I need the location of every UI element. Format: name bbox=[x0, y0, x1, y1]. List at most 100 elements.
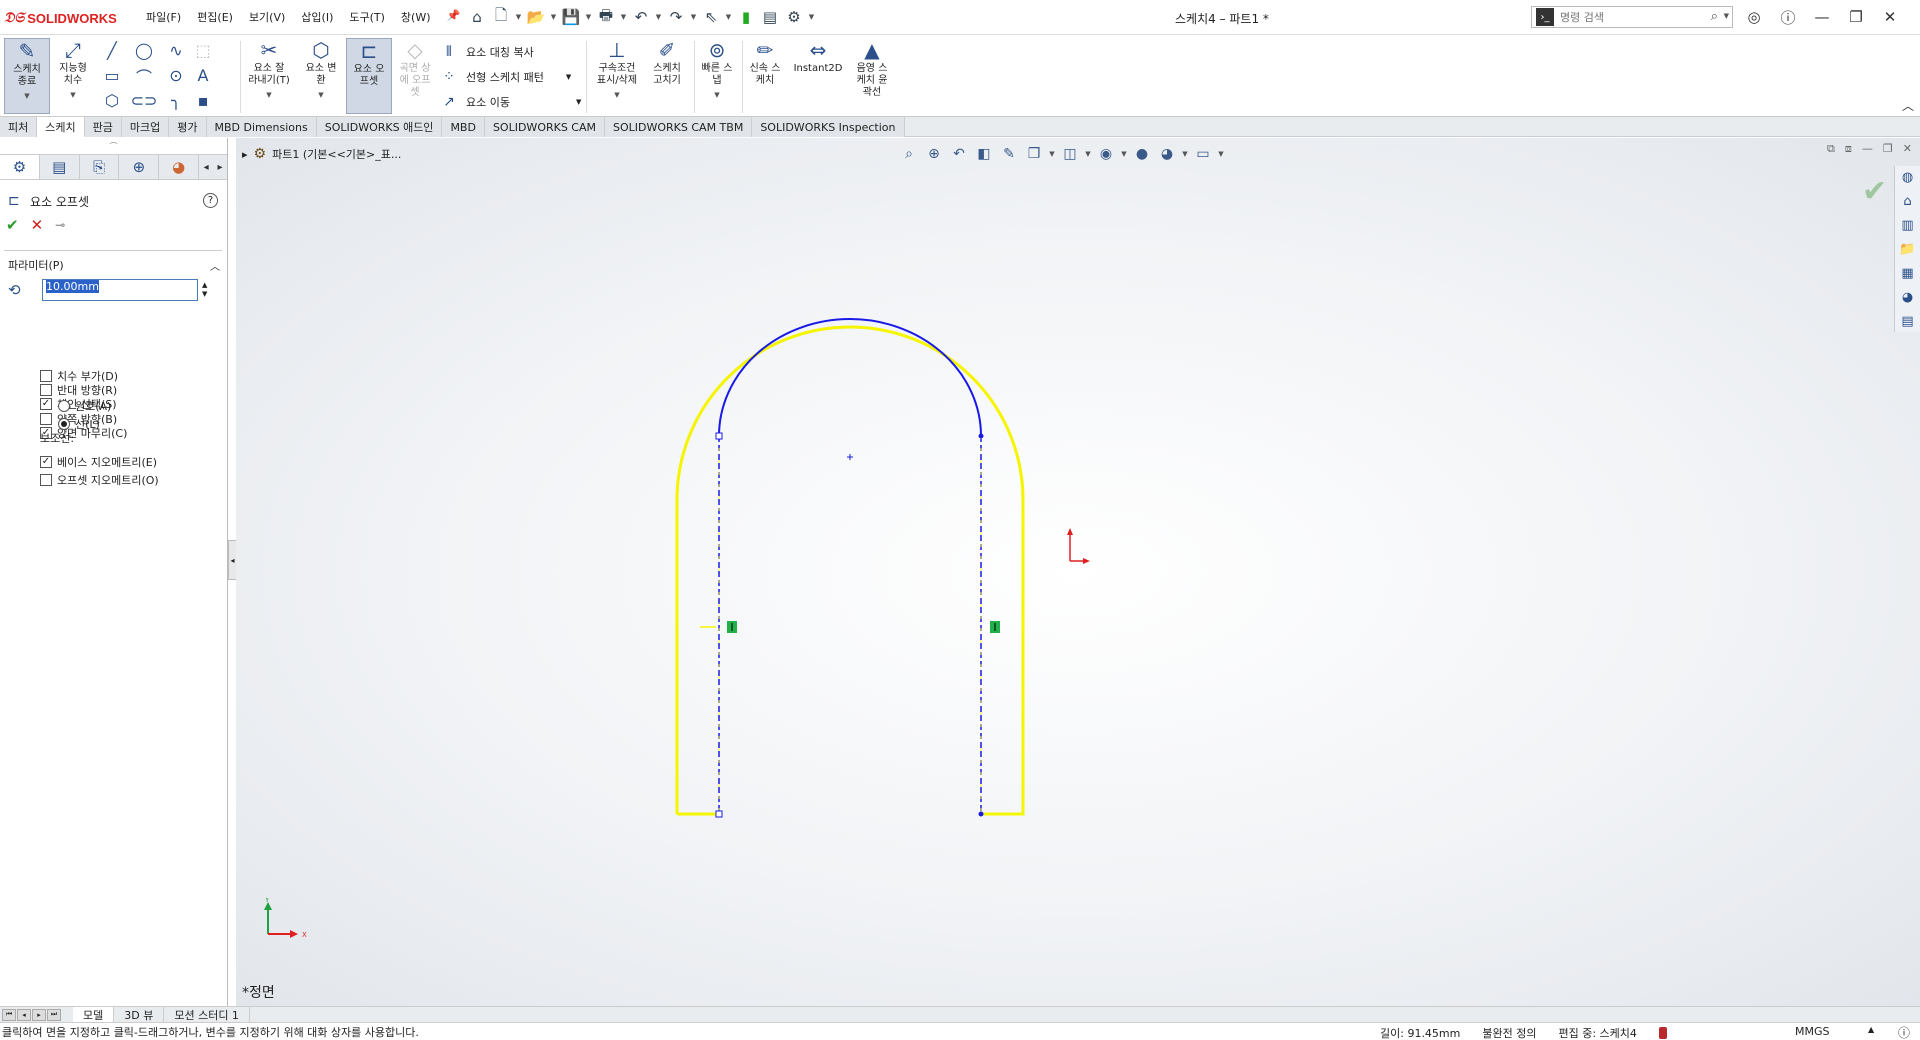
select-cursor-icon[interactable]: ⇖ bbox=[700, 5, 722, 29]
trim-dropdown[interactable]: ▼ bbox=[266, 89, 271, 101]
tab-0[interactable]: 피처 bbox=[0, 117, 38, 137]
fillet-icon[interactable]: ╮ bbox=[160, 88, 192, 113]
appearances-icon[interactable]: ◕ bbox=[1895, 286, 1920, 308]
endpoint-right-top[interactable] bbox=[978, 433, 984, 439]
spin-up-icon[interactable]: ▲ bbox=[202, 281, 207, 290]
graphics-area[interactable]: ▸ ⚙ 파트1 (기본<<기본>_표... ⌕ ⊕ ↶ ◧ ✎ ❒ ▼ ◫ ▼ ◉ ▼… bbox=[236, 138, 1920, 1006]
menu-tools[interactable]: 도구(T) bbox=[341, 9, 393, 25]
trim-entities-button[interactable]: ✂ 요소 잘 라내기(T) ▼ bbox=[246, 38, 292, 114]
collapse-chevron-up-icon[interactable]: ︿ bbox=[210, 258, 220, 273]
instant2d-button[interactable]: ⇔ Instant2D bbox=[790, 38, 846, 114]
view-settings-icon[interactable]: ▭ bbox=[1192, 144, 1214, 164]
base-sketch-arc[interactable] bbox=[718, 318, 982, 437]
menu-insert[interactable]: 삽입(I) bbox=[293, 9, 341, 25]
construction-checkbox-0[interactable]: ✓ 베이스 지오메트리(E) bbox=[40, 454, 157, 470]
offset-entities-button[interactable]: ⊏ 요소 오 프셋 bbox=[346, 38, 392, 114]
display-delete-relations-button[interactable]: ⊥ 구속조건 표시/삭제 ▼ bbox=[592, 38, 642, 114]
convert-entities-button[interactable]: ⬡ 요소 변 환 ▼ bbox=[298, 38, 344, 114]
linear-pattern-button[interactable]: ⁘ 선형 스케치 패턴 ▼ bbox=[440, 64, 585, 89]
cap-radio-0[interactable]: 원호(A) bbox=[58, 398, 111, 414]
tab-4[interactable]: 평가 bbox=[169, 117, 207, 137]
exit-sketch-dropdown[interactable]: ▼ bbox=[24, 90, 29, 102]
open-folder-icon[interactable]: 📂 bbox=[525, 5, 547, 29]
expand-arrow-icon[interactable]: ▸ bbox=[242, 148, 248, 161]
redo-icon[interactable]: ↷ bbox=[665, 5, 687, 29]
units-up-arrow-icon[interactable]: ▲ bbox=[1868, 1025, 1874, 1034]
print-icon[interactable]: 🖶 bbox=[595, 5, 617, 29]
rebuild-traffic-light-icon[interactable]: ▮ bbox=[735, 5, 757, 29]
help-icon[interactable]: ⓘ bbox=[1774, 5, 1802, 29]
unit-system[interactable]: MMGS bbox=[1795, 1025, 1830, 1038]
solidworks-logo[interactable]: 𝔇𝔖 SOLIDWORKS bbox=[4, 8, 117, 28]
smart-dimension-dropdown[interactable]: ▼ bbox=[70, 89, 75, 101]
offset-spinner[interactable]: ▲ ▼ bbox=[202, 281, 207, 299]
next-tab-icon[interactable]: ▸ bbox=[32, 1008, 46, 1021]
design-library-icon[interactable]: ▥ bbox=[1895, 214, 1920, 236]
endpoint-right-bottom[interactable] bbox=[978, 811, 984, 817]
view-settings-dropdown[interactable]: ▼ bbox=[1217, 144, 1225, 164]
mirror-entities-button[interactable]: ⫴ 요소 대칭 복사 bbox=[440, 39, 585, 64]
sketch-point-icon[interactable]: ▪ bbox=[192, 88, 214, 113]
options-gear-icon[interactable]: ⚙ bbox=[783, 5, 805, 29]
checkbox[interactable] bbox=[40, 384, 52, 396]
hide-show-dropdown[interactable]: ▼ bbox=[1120, 144, 1128, 164]
bottom-tab-0[interactable]: 모델 bbox=[73, 1006, 115, 1023]
undo-icon[interactable]: ↶ bbox=[630, 5, 652, 29]
home-icon[interactable]: ⌂ bbox=[1895, 190, 1920, 212]
feature-manager-tab-icon[interactable]: ⚙ bbox=[0, 155, 40, 179]
confirm-ok-icon[interactable]: ✔ bbox=[1862, 174, 1887, 209]
view-orientation-icon[interactable]: ❒ bbox=[1023, 144, 1045, 164]
spin-down-icon[interactable]: ▼ bbox=[202, 290, 207, 299]
custom-properties-icon[interactable]: ▤ bbox=[1895, 310, 1920, 332]
relations-dropdown[interactable]: ▼ bbox=[614, 89, 619, 101]
move-dropdown-icon[interactable]: ▼ bbox=[576, 98, 581, 106]
shaded-sketch-contours-button[interactable]: ▲ 음영 스 케치 윤 곽선 bbox=[848, 38, 896, 114]
display-style-icon[interactable]: ◫ bbox=[1059, 144, 1081, 164]
move-entities-button[interactable]: ↗ 요소 이동 ▼ bbox=[440, 89, 585, 114]
menu-view[interactable]: 보기(V) bbox=[241, 9, 293, 25]
cancel-x-icon[interactable]: ✕ bbox=[31, 216, 44, 234]
file-properties-icon[interactable]: ▤ bbox=[759, 5, 781, 29]
tab-2[interactable]: 판금 bbox=[84, 117, 122, 137]
offset-on-surface-button[interactable]: ◇ 곡면 상 에 오프 셋 bbox=[392, 38, 438, 114]
tab-3[interactable]: 마크업 bbox=[121, 117, 170, 137]
split-view-icon[interactable]: ⧉ bbox=[1827, 142, 1835, 156]
offset-outline[interactable] bbox=[675, 325, 1025, 816]
open-dropdown[interactable]: ▼ bbox=[549, 5, 558, 29]
hide-show-items-icon[interactable]: ◉ bbox=[1095, 144, 1117, 164]
select-dropdown[interactable]: ▼ bbox=[724, 5, 733, 29]
rebuild-status-icon[interactable] bbox=[1658, 1027, 1667, 1039]
sketch-canvas[interactable] bbox=[236, 138, 1920, 1006]
tab-10[interactable]: SOLIDWORKS Inspection bbox=[752, 117, 905, 137]
search-icon[interactable]: ⌕ bbox=[1711, 9, 1718, 24]
home-icon[interactable]: ⌂ bbox=[466, 5, 488, 29]
solidworks-resources-icon[interactable]: ◍ bbox=[1895, 166, 1920, 188]
last-tab-icon[interactable]: ⏭ bbox=[47, 1008, 61, 1021]
search-input[interactable] bbox=[1560, 10, 1690, 24]
minimize-button[interactable]: — bbox=[1808, 5, 1836, 29]
options-dropdown[interactable]: ▼ bbox=[807, 5, 816, 29]
menu-file[interactable]: 파일(F) bbox=[138, 9, 189, 25]
zoom-to-area-icon[interactable]: ⊕ bbox=[923, 144, 945, 164]
new-dropdown[interactable]: ▼ bbox=[514, 5, 523, 29]
tab-6[interactable]: SOLIDWORKS 애드인 bbox=[316, 117, 443, 137]
repair-sketch-button[interactable]: ✐ 스케치 고치기 bbox=[644, 38, 690, 114]
tab-5[interactable]: MBD Dimensions bbox=[206, 117, 317, 137]
checkbox[interactable]: ✓ bbox=[40, 456, 52, 468]
parameters-group-header[interactable]: 파라미터(P) ︿ bbox=[0, 256, 228, 274]
first-tab-icon[interactable]: ⏮ bbox=[2, 1008, 16, 1021]
new-document-icon[interactable]: 🗋 bbox=[490, 5, 512, 29]
restore-button[interactable]: ❐ bbox=[1842, 5, 1870, 29]
zoom-to-fit-icon[interactable]: ⌕ bbox=[898, 144, 920, 164]
circle-icon[interactable]: ◯ bbox=[128, 38, 160, 63]
offset-distance-input[interactable]: 10.00mm bbox=[42, 279, 198, 301]
split-view-right-icon[interactable]: ⧈ bbox=[1845, 142, 1852, 156]
ok-check-icon[interactable]: ✔ bbox=[6, 216, 19, 234]
point-icon[interactable]: ⬚ bbox=[192, 38, 214, 63]
polygon-icon[interactable]: ⬡ bbox=[96, 88, 128, 113]
bottom-tab-2[interactable]: 모션 스터디 1 bbox=[164, 1006, 250, 1023]
quick-snaps-dropdown[interactable]: ▼ bbox=[714, 89, 719, 101]
radio[interactable] bbox=[58, 400, 70, 412]
quick-snaps-button[interactable]: ⊚ 빠른 스 냅 ▼ bbox=[694, 38, 740, 114]
scene-dropdown[interactable]: ▼ bbox=[1181, 144, 1189, 164]
